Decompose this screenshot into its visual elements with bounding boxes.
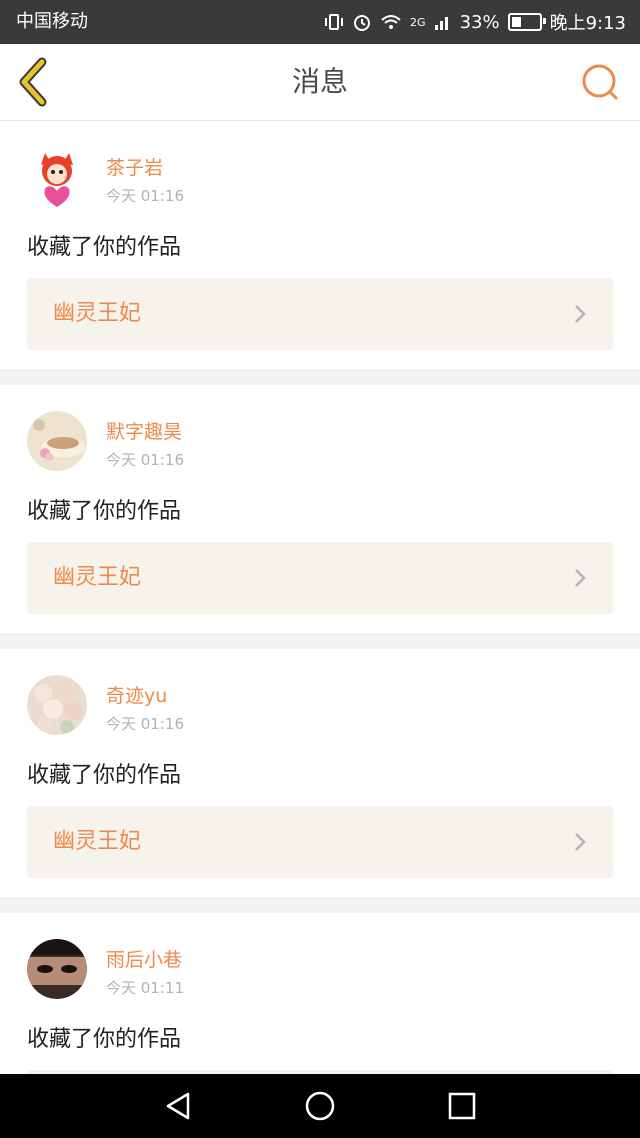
battery-fill (511, 17, 521, 27)
username[interactable]: 默字趣昊 (106, 417, 182, 444)
action-text: 收藏了你的作品 (27, 235, 182, 260)
circle-home-icon[interactable] (302, 1088, 338, 1124)
network-type-label: 2G (410, 15, 426, 29)
triangle-back-icon[interactable] (160, 1088, 196, 1124)
message-card[interactable]: 奇迹yu 今天 01:16 收藏了你的作品 幽灵王妃 (0, 649, 640, 897)
action-text: 收藏了你的作品 (27, 763, 182, 788)
search-icon[interactable] (580, 62, 620, 102)
cartoon-avatar[interactable] (27, 147, 87, 207)
work-link[interactable]: 幽灵王妃 (27, 806, 613, 878)
wifi-icon (381, 15, 401, 29)
message-card[interactable]: 默字趣昊 今天 01:16 收藏了你的作品 幽灵王妃 (0, 385, 640, 633)
action-text: 收藏了你的作品 (27, 1027, 182, 1052)
face-avatar[interactable] (27, 939, 87, 999)
timestamp: 今天 01:16 (106, 187, 184, 205)
work-title: 幽灵王妃 (53, 565, 142, 590)
timestamp: 今天 01:16 (106, 715, 184, 733)
username[interactable]: 雨后小巷 (106, 945, 182, 972)
page-title: 消息 (291, 65, 348, 98)
battery-icon (507, 13, 546, 31)
vibrate-icon (325, 14, 344, 30)
chevron-right-icon (575, 305, 586, 323)
chevron-right-icon (575, 569, 586, 587)
timestamp: 今天 01:11 (106, 979, 184, 997)
message-list[interactable]: 茶子岩 今天 01:16 收藏了你的作品 幽灵王妃 默字趣昊 今天 01:16 … (0, 121, 640, 1074)
header-bar: 消息 (0, 44, 640, 121)
battery-percent-label: 33% (459, 11, 500, 33)
alarm-icon (354, 15, 371, 31)
action-text: 收藏了你的作品 (27, 499, 182, 524)
work-title: 幽灵王妃 (53, 829, 142, 854)
teacup-avatar[interactable] (27, 411, 87, 471)
username[interactable]: 奇迹yu (106, 681, 167, 708)
work-link[interactable]: 幽灵王妃 (27, 542, 613, 614)
signal-icon (434, 17, 448, 30)
status-bar: 中国移动 2G 33% 晚上9:13 (0, 0, 640, 44)
work-link[interactable]: 幽灵王妃 (27, 278, 613, 350)
timestamp: 今天 01:16 (106, 451, 184, 469)
status-icons: 2G 33% 晚上9:13 (324, 0, 626, 44)
clock-label: 晚上9:13 (549, 13, 626, 34)
username[interactable]: 茶子岩 (106, 153, 163, 180)
work-title: 幽灵王妃 (53, 301, 142, 326)
flowers-avatar[interactable] (27, 675, 87, 735)
message-card[interactable]: 茶子岩 今天 01:16 收藏了你的作品 幽灵王妃 (0, 121, 640, 369)
carrier-label: 中国移动 (16, 11, 88, 32)
system-nav-bar (0, 1074, 640, 1138)
square-recents-icon[interactable] (444, 1088, 480, 1124)
message-card[interactable]: 雨后小巷 今天 01:11 收藏了你的作品 (0, 913, 640, 1074)
chevron-right-icon (575, 833, 586, 851)
